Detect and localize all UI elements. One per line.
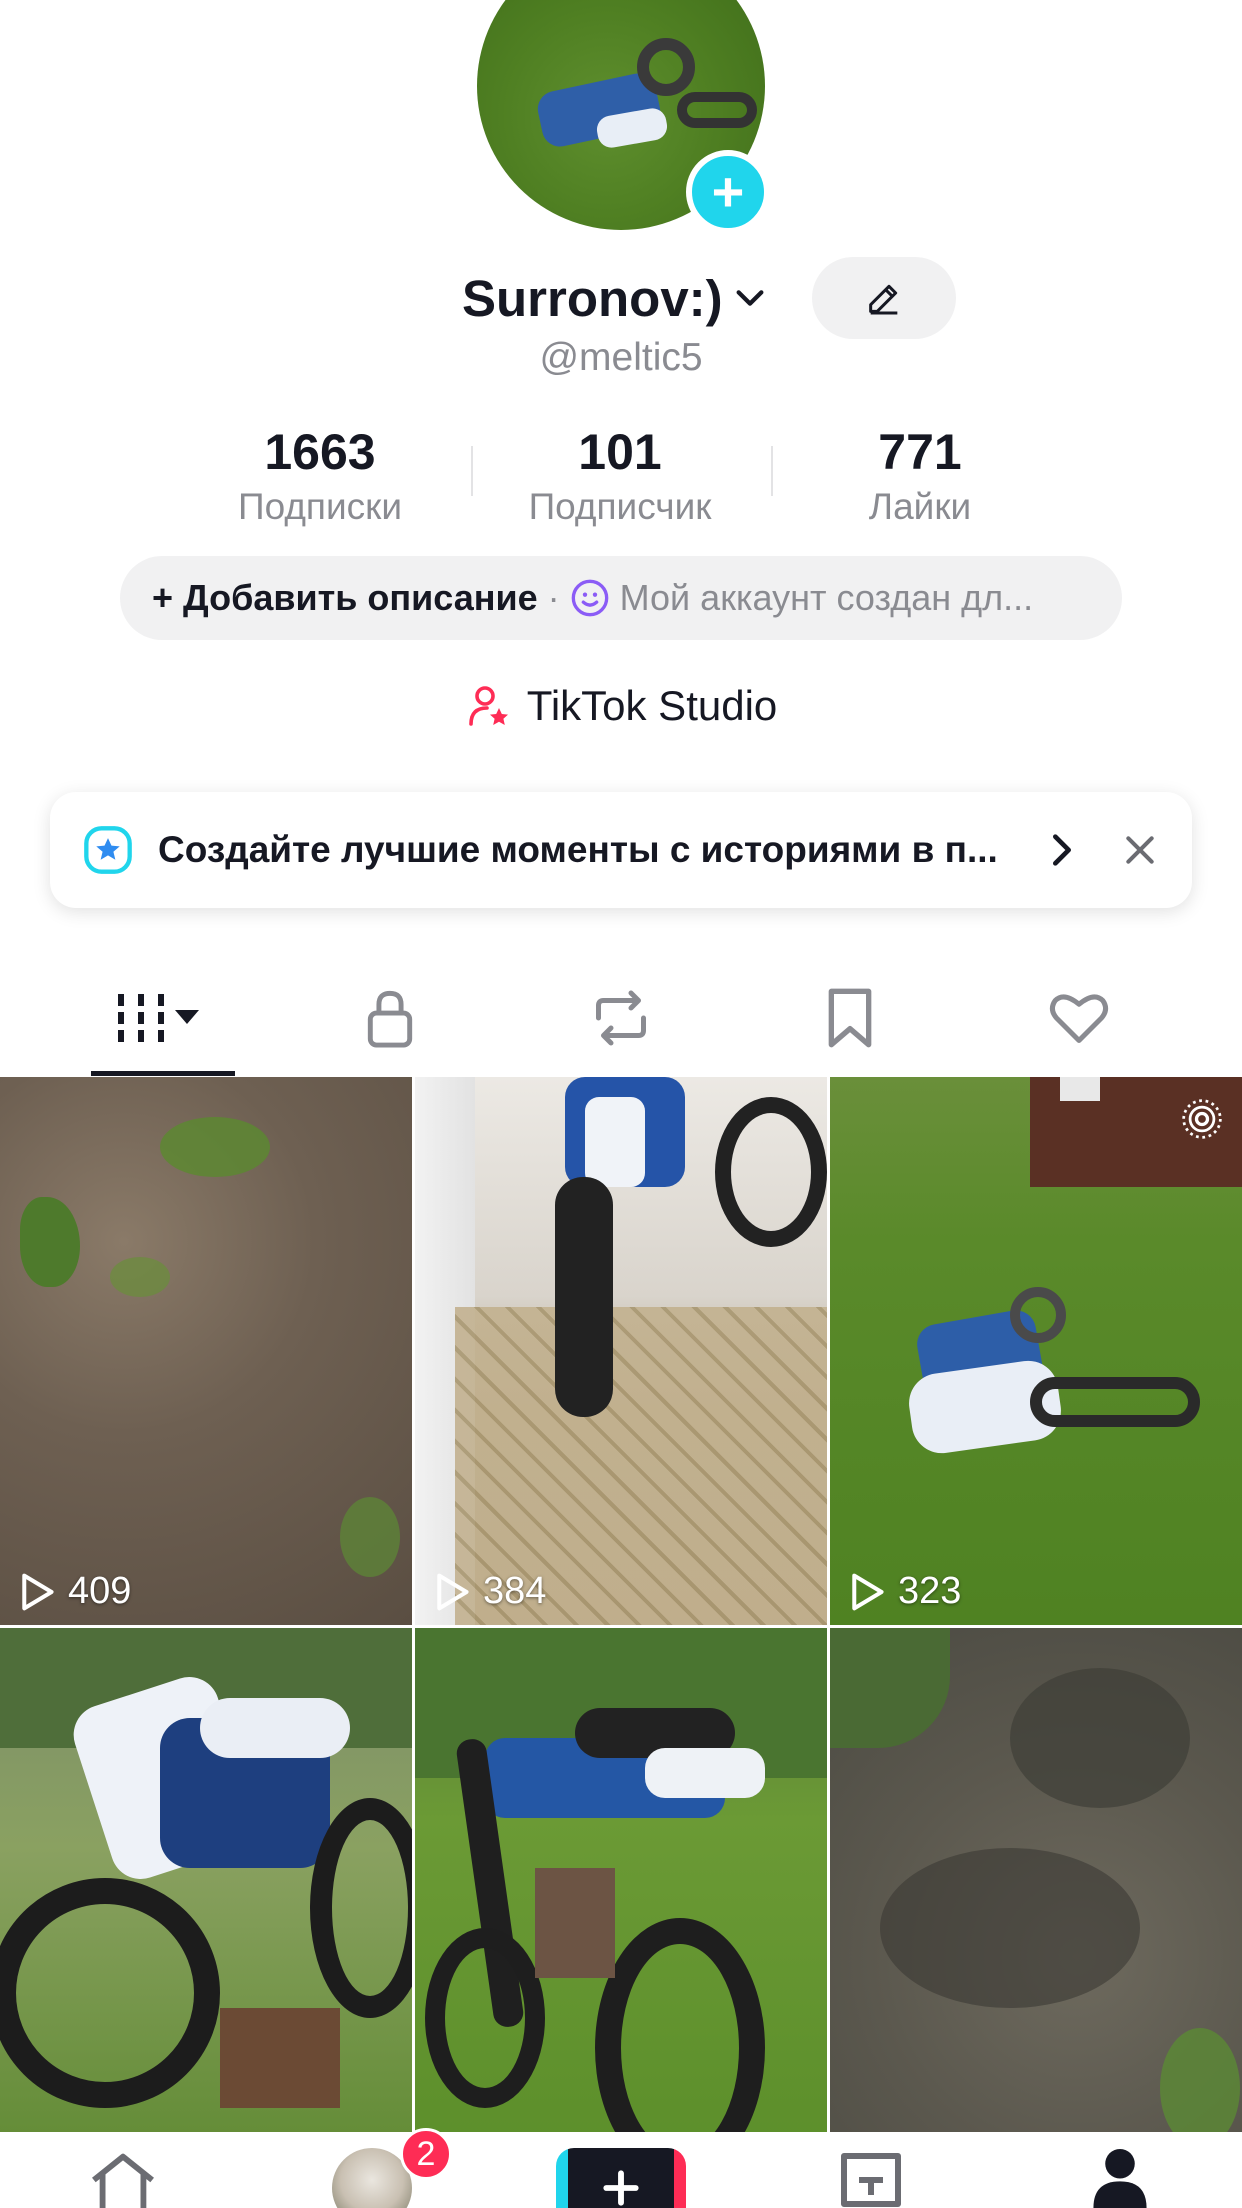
inbox-icon[interactable] xyxy=(838,2150,904,2208)
close-icon[interactable] xyxy=(1120,830,1160,870)
smiley-icon xyxy=(571,579,608,617)
grid-icon xyxy=(118,994,199,1042)
view-count: 384 xyxy=(433,1570,546,1613)
heart-icon xyxy=(1049,994,1109,1043)
stat-likes[interactable]: 771 Лайки xyxy=(770,420,1070,530)
stories-promo-banner[interactable]: Создайте лучшие моменты с историями в п.… xyxy=(50,792,1192,908)
pencil-icon xyxy=(869,284,898,315)
bio-pill[interactable]: + Добавить описание · Мой аккаунт создан… xyxy=(120,556,1122,640)
stat-likes-count: 771 xyxy=(878,424,962,480)
stat-followers[interactable]: 101 Подписчик xyxy=(470,420,770,530)
edit-profile-button[interactable] xyxy=(812,257,956,339)
bottom-navigation xyxy=(0,2132,1242,2208)
chevron-down-icon xyxy=(736,290,764,306)
lock-icon xyxy=(367,990,413,1048)
profile-icon[interactable] xyxy=(1090,2146,1150,2208)
stat-following-count: 1663 xyxy=(264,424,376,480)
bookmark-icon xyxy=(828,988,872,1048)
video-thumbnail[interactable] xyxy=(0,1628,412,2176)
view-count: 409 xyxy=(18,1570,131,1613)
active-tab-indicator xyxy=(91,1071,235,1076)
view-count: 323 xyxy=(848,1570,961,1613)
chevron-right-icon[interactable] xyxy=(1042,828,1082,872)
view-count-text: 323 xyxy=(898,1570,962,1612)
notification-badge: 2 xyxy=(400,2128,452,2180)
video-thumbnail[interactable]: 384 xyxy=(415,1077,827,1625)
plus-icon xyxy=(603,2170,639,2206)
tab-liked[interactable] xyxy=(1007,976,1151,1060)
play-icon xyxy=(852,1573,884,1610)
video-thumbnail[interactable] xyxy=(415,1628,827,2176)
bio-separator: · xyxy=(547,577,560,618)
create-button[interactable] xyxy=(556,2148,686,2208)
play-icon xyxy=(437,1573,469,1610)
tiktok-studio-link[interactable]: TikTok Studio xyxy=(0,676,1242,736)
stat-followers-label: Подписчик xyxy=(528,486,712,527)
add-story-button[interactable]: + xyxy=(686,150,770,234)
live-photo-icon xyxy=(1182,1099,1222,1139)
tab-private[interactable] xyxy=(318,976,462,1060)
play-icon xyxy=(22,1573,54,1610)
stat-likes-label: Лайки xyxy=(868,486,972,527)
stat-following[interactable]: 1663 Подписки xyxy=(170,420,470,530)
username-handle: @meltic5 xyxy=(539,336,703,379)
video-thumbnail[interactable] xyxy=(830,1628,1242,2176)
home-icon[interactable] xyxy=(88,2150,158,2208)
display-name: Surronov:) xyxy=(462,269,723,327)
view-count-text: 384 xyxy=(483,1570,547,1612)
stat-followers-count: 101 xyxy=(578,424,662,480)
banner-text: Создайте лучшие моменты с историями в п.… xyxy=(158,829,998,870)
view-count-text: 409 xyxy=(68,1570,132,1612)
creator-star-icon xyxy=(468,686,508,726)
stat-following-label: Подписки xyxy=(237,486,402,527)
repost-icon xyxy=(596,990,646,1046)
bio-preview: Мой аккаунт создан дл... xyxy=(619,577,1034,618)
star-badge-icon xyxy=(84,826,132,874)
video-thumbnail[interactable]: 409 xyxy=(0,1077,412,1625)
video-thumbnail[interactable]: 323 xyxy=(830,1077,1242,1625)
tab-reposts[interactable] xyxy=(549,976,693,1060)
add-bio-button[interactable]: + Добавить описание xyxy=(152,577,538,619)
tiktok-studio-label: TikTok Studio xyxy=(526,682,778,729)
tab-favorites[interactable] xyxy=(778,976,922,1060)
account-switcher[interactable]: Surronov:) xyxy=(462,266,767,330)
tab-videos[interactable] xyxy=(91,976,235,1060)
